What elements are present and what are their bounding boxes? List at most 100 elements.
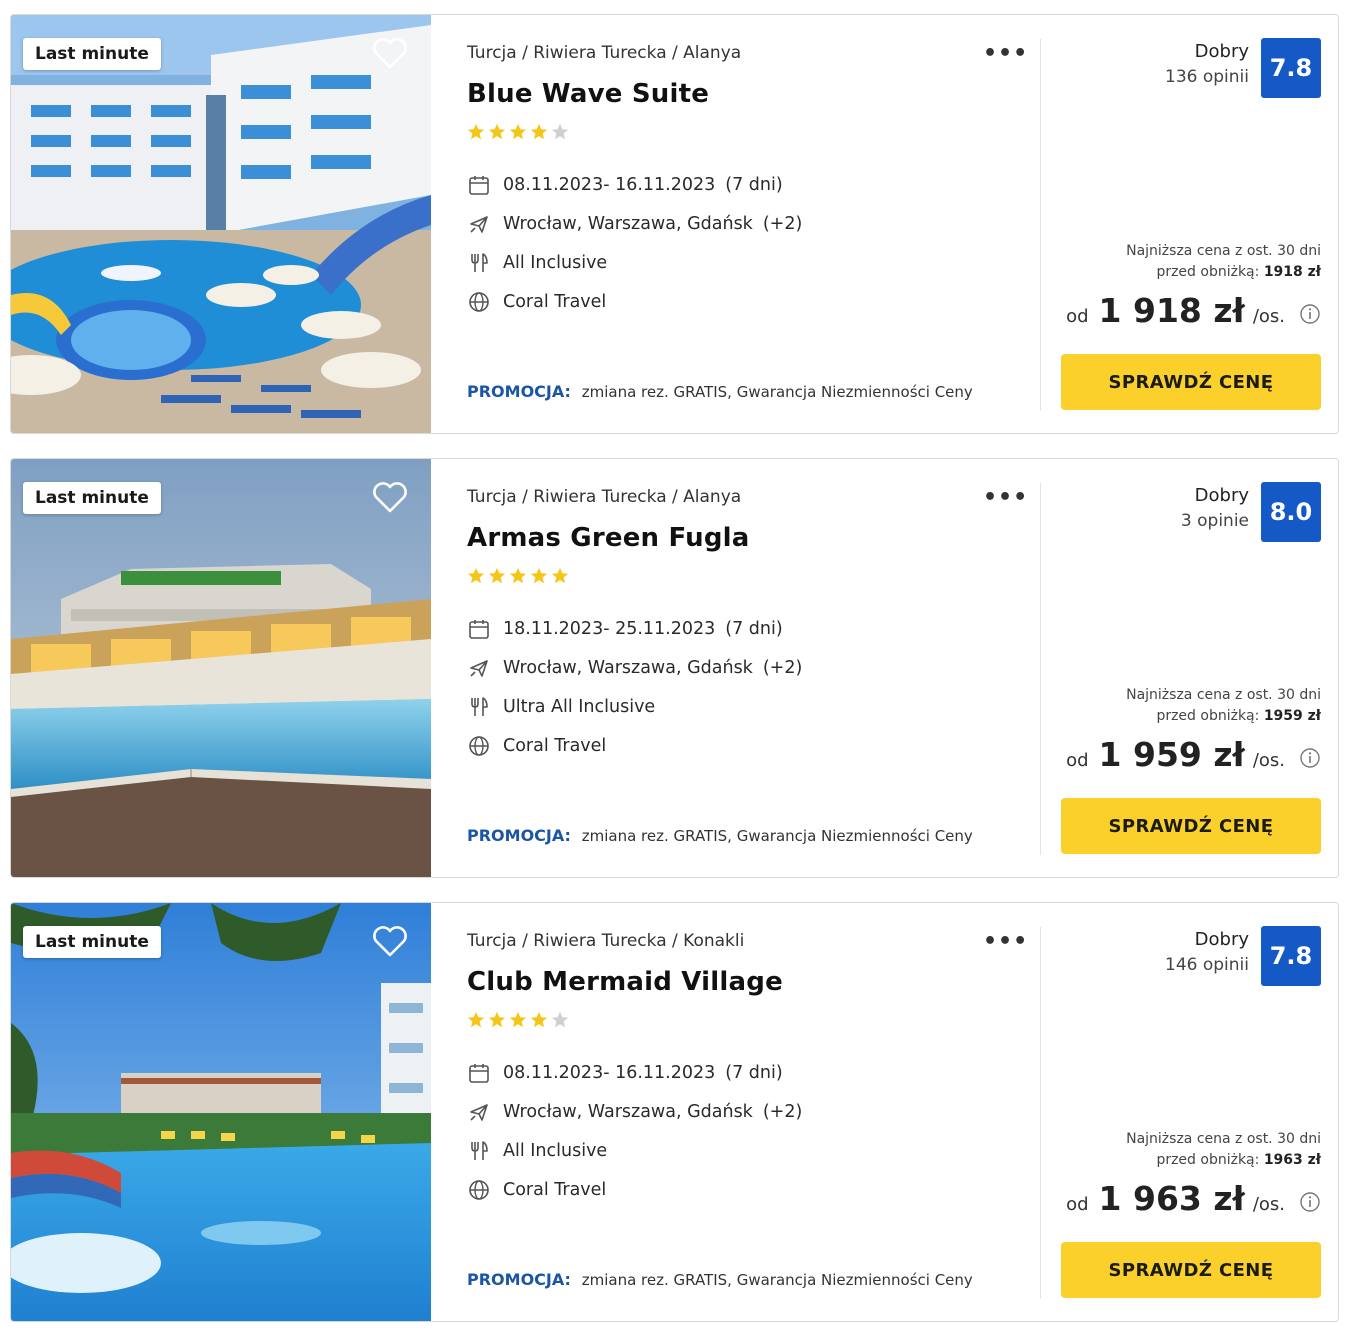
departure-row: Wrocław, Warszawa, Gdańsk (+2)	[467, 648, 802, 687]
price-amount: 1 963 zł	[1098, 1179, 1245, 1218]
operator-text: Coral Travel	[503, 291, 607, 312]
lowest-price-value: 1963 zł	[1263, 1152, 1321, 1168]
price-line: od 1 918 zł /os.	[1066, 291, 1321, 330]
breadcrumb-location[interactable]: Turcja / Riwiera Turecka / Konakli	[467, 931, 744, 951]
opinions-count[interactable]: 146 opinii	[1165, 955, 1249, 975]
offer-card[interactable]: Last minute Turcja / Riwiera Turecka / K…	[10, 902, 1339, 1322]
star-icon	[530, 1011, 548, 1028]
dates-text: 08.11.2023- 16.11.2023	[503, 1062, 716, 1083]
price-line: od 1 963 zł /os.	[1066, 1179, 1321, 1218]
board-row: All Inclusive	[467, 1131, 802, 1170]
lowest-price-line2: przed obniżką:	[1156, 1152, 1260, 1168]
calendar-icon	[467, 173, 491, 197]
star-rating	[467, 123, 569, 145]
hotel-name[interactable]: Blue Wave Suite	[467, 79, 709, 109]
operator-text: Coral Travel	[503, 1179, 607, 1200]
offer-card[interactable]: Last minute Turcja / Riwiera Turecka / A…	[10, 14, 1339, 434]
info-icon[interactable]	[1299, 303, 1321, 325]
price-panel: Dobry 136 opinii 7.8 Najniższa cena z os…	[1061, 15, 1321, 433]
hotel-photo[interactable]: Last minute	[11, 15, 431, 433]
departure-text: Wrocław, Warszawa, Gdańsk	[503, 1101, 753, 1122]
departure-text: Wrocław, Warszawa, Gdańsk	[503, 213, 753, 234]
plane-icon	[467, 212, 491, 236]
departure-extra[interactable]: (+2)	[763, 214, 802, 234]
globe-icon	[467, 734, 491, 758]
promo-label: PROMOCJA:	[467, 826, 571, 845]
lowest-price-line1: Najniższa cena z ost. 30 dni	[1126, 687, 1321, 703]
lowest-price-note: Najniższa cena z ost. 30 dni przed obniż…	[1126, 685, 1321, 727]
lowest-price-value: 1959 zł	[1263, 708, 1321, 724]
check-price-button[interactable]: SPRAWDŹ CENĘ	[1061, 1242, 1321, 1298]
star-icon	[467, 567, 485, 584]
hotel-photo[interactable]: Last minute	[11, 459, 431, 877]
price-prefix: od	[1066, 1194, 1089, 1215]
breadcrumb-location[interactable]: Turcja / Riwiera Turecka / Alanya	[467, 487, 741, 507]
star-icon	[488, 123, 506, 140]
review-summary[interactable]: Dobry 136 opinii	[1165, 41, 1249, 87]
more-options-icon[interactable]: •••	[983, 43, 1028, 65]
star-rating	[467, 567, 569, 589]
departure-extra[interactable]: (+2)	[763, 658, 802, 678]
calendar-icon	[467, 1061, 491, 1085]
offer-card[interactable]: Last minute Turcja / Riwiera Turecka / A…	[10, 458, 1339, 878]
departure-row: Wrocław, Warszawa, Gdańsk (+2)	[467, 1092, 802, 1131]
pool-hotel-image	[11, 15, 431, 433]
lowest-price-line2: przed obniżką:	[1156, 708, 1260, 724]
star-icon	[467, 123, 485, 140]
dates-text: 08.11.2023- 16.11.2023	[503, 174, 716, 195]
check-price-button[interactable]: SPRAWDŹ CENĘ	[1061, 354, 1321, 410]
cutlery-icon	[467, 251, 491, 275]
more-options-icon[interactable]: •••	[983, 931, 1028, 953]
departure-row: Wrocław, Warszawa, Gdańsk (+2)	[467, 204, 802, 243]
cutlery-icon	[467, 1139, 491, 1163]
operator-row: Coral Travel	[467, 282, 802, 321]
review-summary[interactable]: Dobry 3 opinie	[1181, 485, 1249, 531]
promo-label: PROMOCJA:	[467, 382, 571, 401]
rating-label: Dobry	[1194, 485, 1249, 506]
duration-text: (7 dni)	[725, 174, 783, 195]
opinions-count[interactable]: 3 opinie	[1181, 511, 1249, 531]
board-text: Ultra All Inclusive	[503, 696, 656, 717]
board-row: Ultra All Inclusive	[467, 687, 802, 726]
breadcrumb-location[interactable]: Turcja / Riwiera Turecka / Alanya	[467, 43, 741, 63]
last-minute-badge: Last minute	[23, 482, 161, 514]
heart-icon[interactable]	[371, 923, 409, 959]
info-icon[interactable]	[1299, 747, 1321, 769]
promo-line: PROMOCJA: zmiana rez. GRATIS, Gwarancja …	[467, 826, 973, 845]
star-icon	[530, 123, 548, 140]
lowest-price-line1: Najniższa cena z ost. 30 dni	[1126, 1131, 1321, 1147]
check-price-button[interactable]: SPRAWDŹ CENĘ	[1061, 798, 1321, 854]
operator-row: Coral Travel	[467, 726, 802, 765]
price-prefix: od	[1066, 306, 1089, 327]
hotel-name[interactable]: Armas Green Fugla	[467, 523, 750, 553]
more-options-icon[interactable]: •••	[983, 487, 1028, 509]
opinions-count[interactable]: 136 opinii	[1165, 67, 1249, 87]
plane-icon	[467, 1100, 491, 1124]
star-icon	[509, 1011, 527, 1028]
score-badge: 7.8	[1261, 38, 1321, 98]
last-minute-badge: Last minute	[23, 926, 161, 958]
promo-line: PROMOCJA: zmiana rez. GRATIS, Gwarancja …	[467, 382, 973, 401]
price-line: od 1 959 zł /os.	[1066, 735, 1321, 774]
hotel-photo[interactable]: Last minute	[11, 903, 431, 1321]
star-icon	[467, 1011, 485, 1028]
heart-icon[interactable]	[371, 35, 409, 71]
price-suffix: /os.	[1252, 750, 1285, 771]
waterpark-pool-image	[11, 903, 431, 1321]
price-amount: 1 918 zł	[1098, 291, 1245, 330]
departure-extra[interactable]: (+2)	[763, 1102, 802, 1122]
divider	[1040, 39, 1041, 411]
info-icon[interactable]	[1299, 1191, 1321, 1213]
board-row: All Inclusive	[467, 243, 802, 282]
score-badge: 8.0	[1261, 482, 1321, 542]
heart-icon[interactable]	[371, 479, 409, 515]
duration-text: (7 dni)	[725, 1062, 783, 1083]
promo-line: PROMOCJA: zmiana rez. GRATIS, Gwarancja …	[467, 1270, 973, 1289]
price-panel: Dobry 3 opinie 8.0 Najniższa cena z ost.…	[1061, 459, 1321, 877]
plane-icon	[467, 656, 491, 680]
hotel-name[interactable]: Club Mermaid Village	[467, 967, 783, 997]
star-icon	[509, 123, 527, 140]
calendar-icon	[467, 617, 491, 641]
dates-text: 18.11.2023- 25.11.2023	[503, 618, 716, 639]
review-summary[interactable]: Dobry 146 opinii	[1165, 929, 1249, 975]
